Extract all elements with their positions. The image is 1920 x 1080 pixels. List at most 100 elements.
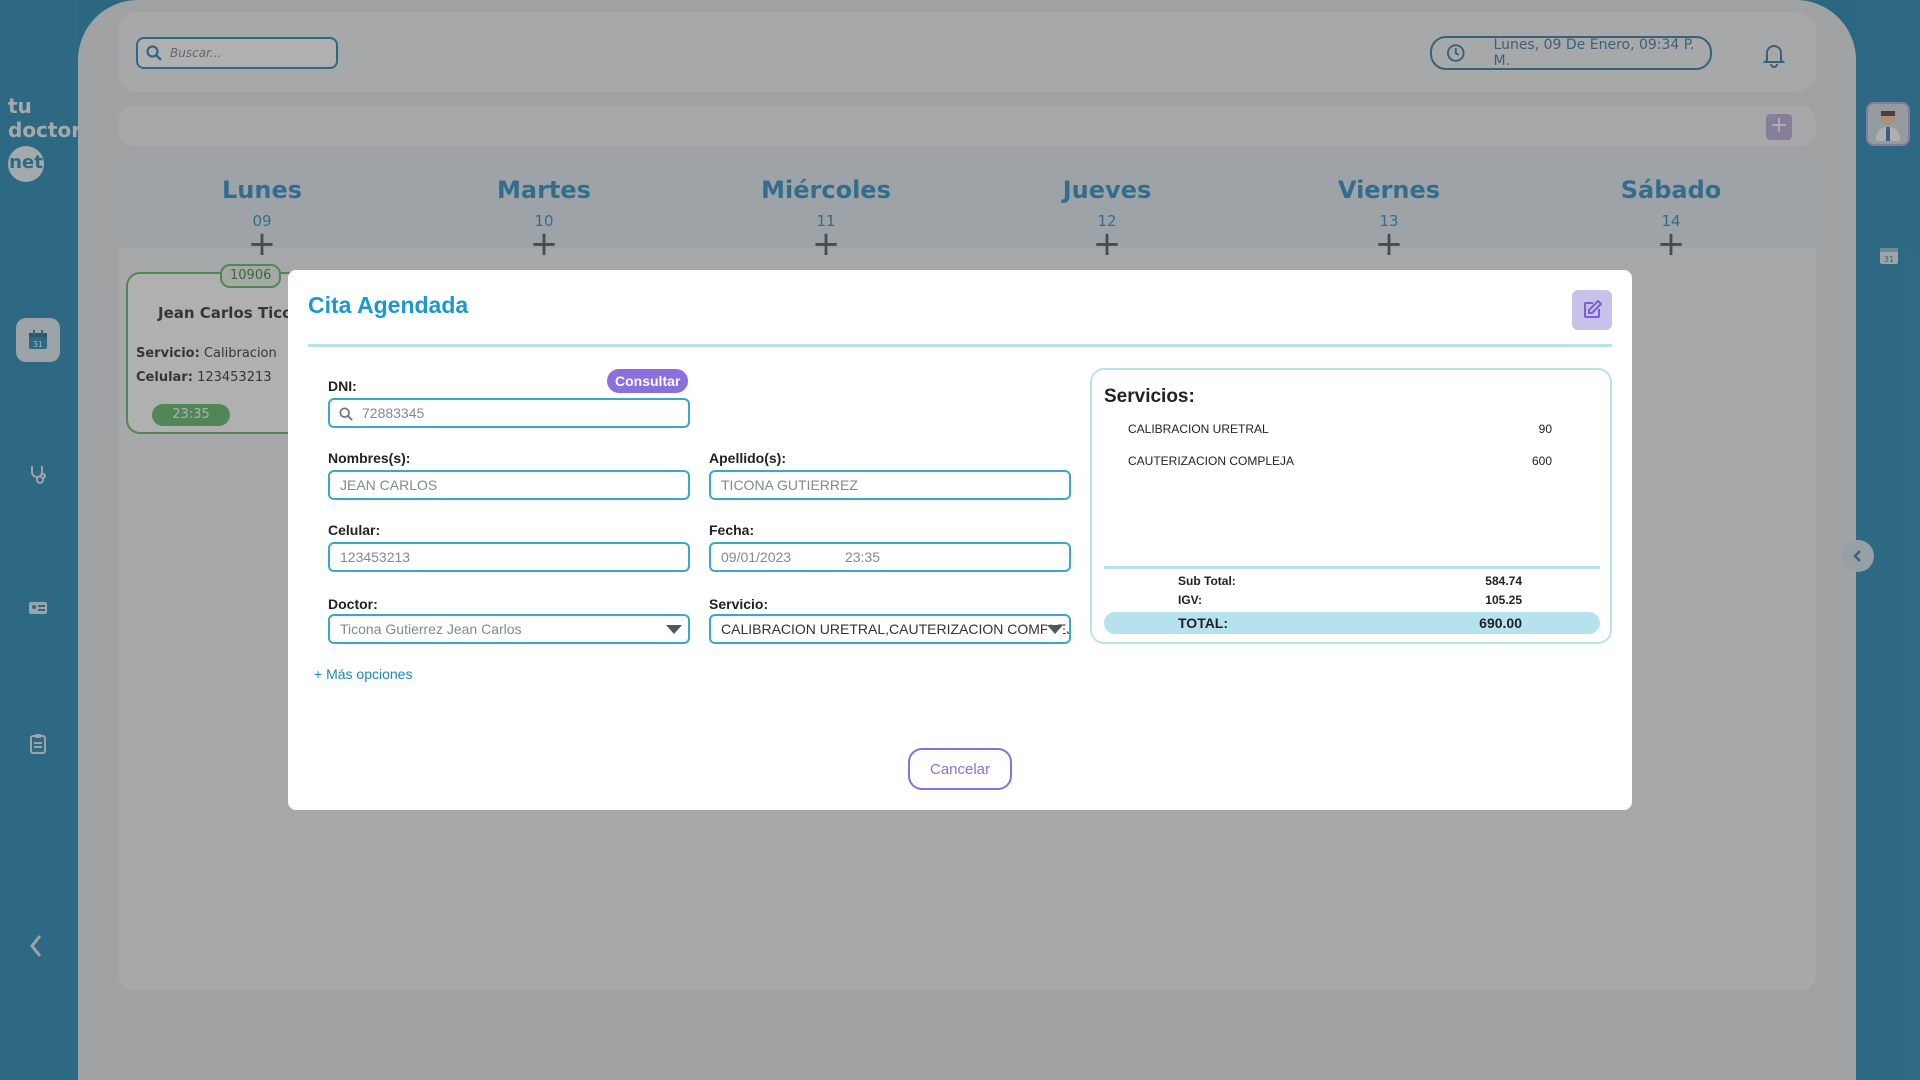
appointment-code-badge: 10906 xyxy=(220,264,282,288)
service-name: CALIBRACION URETRAL xyxy=(1128,422,1269,436)
add-day-appointment-icon[interactable]: + xyxy=(1571,227,1771,261)
edit-icon xyxy=(1584,299,1603,318)
igv-row: IGV: 105.25 xyxy=(1104,593,1600,611)
nombres-field[interactable]: JEAN CARLOS xyxy=(328,470,690,500)
consult-button[interactable]: Consultar xyxy=(607,369,689,393)
fecha-date: 09/01/2023 xyxy=(721,549,792,565)
doctor-avatar[interactable] xyxy=(1866,102,1910,146)
subtotal-row: Sub Total: 584.74 xyxy=(1104,574,1600,592)
datetime-text: Lunes, 09 De Enero, 09:34 P. M. xyxy=(1493,37,1695,69)
service-row: CALIBRACION URETRAL 90 xyxy=(1128,422,1552,436)
appointment-phone-line: Celular: 123453213 xyxy=(136,370,272,385)
more-options-link[interactable]: + Más opciones xyxy=(314,666,412,682)
subtotal-value: 584.74 xyxy=(1485,574,1522,588)
day-name: Sábado xyxy=(1620,176,1722,204)
nav-id-card-button[interactable] xyxy=(16,586,60,630)
appointment-phone-label: Celular: xyxy=(136,370,193,385)
dni-value: 72883345 xyxy=(362,405,425,421)
day-column-wednesday: Miércoles 11 + xyxy=(726,176,926,261)
doctor-label: Doctor: xyxy=(328,596,378,612)
services-divider xyxy=(1104,566,1600,569)
doctor-select[interactable]: Ticona Gutierrez Jean Carlos xyxy=(328,614,690,644)
search-icon xyxy=(146,45,162,61)
calendar-header: Lunes 09 + Martes 10 + Miércoles 11 + Ju… xyxy=(118,158,1816,261)
servicio-value: CALIBRACION URETRAL,CAUTERIZACION COMPLE… xyxy=(721,621,1071,637)
search-input[interactable]: Buscar... xyxy=(136,37,338,69)
edit-button[interactable] xyxy=(1572,290,1612,330)
day-name: Miércoles xyxy=(761,176,891,204)
modal-title: Cita Agendada xyxy=(308,292,469,318)
service-price: 600 xyxy=(1531,454,1552,468)
modal-divider xyxy=(308,344,1612,347)
appointment-service-value: Calibracion xyxy=(203,346,277,361)
day-column-thursday: Jueves 12 + xyxy=(1007,176,1207,261)
service-row: CAUTERIZACION COMPLEJA 600 xyxy=(1128,454,1552,468)
svg-text:31: 31 xyxy=(1884,255,1894,264)
day-column-tuesday: Martes 10 + xyxy=(444,176,644,261)
clock-icon xyxy=(1446,44,1465,62)
id-card-icon xyxy=(29,602,47,614)
mini-calendar-icon[interactable]: 31 xyxy=(1878,244,1900,266)
apellidos-field[interactable]: TICONA GUTIERREZ xyxy=(709,470,1071,500)
dropdown-caret-icon xyxy=(1047,625,1063,634)
services-title: Servicios: xyxy=(1104,386,1195,407)
add-day-appointment-icon[interactable]: + xyxy=(162,227,362,261)
add-day-appointment-icon[interactable]: + xyxy=(1007,227,1207,261)
day-name: Viernes xyxy=(1337,176,1441,204)
service-price: 90 xyxy=(1538,422,1552,436)
services-summary: Servicios: CALIBRACION URETRAL 90 CAUTER… xyxy=(1090,368,1612,644)
logo-tu: tu xyxy=(8,94,32,118)
appointment-modal: Cita Agendada DNI: Consultar 72883345 No… xyxy=(288,270,1632,810)
logo-net: net xyxy=(8,146,44,182)
collapse-sidebar-chevron-icon[interactable] xyxy=(26,932,46,960)
nav-calendar-button[interactable]: 31 xyxy=(16,318,60,362)
fecha-time: 23:35 xyxy=(844,549,881,565)
doctor-avatar-icon xyxy=(1876,111,1900,141)
svg-text:31: 31 xyxy=(33,340,43,349)
apellidos-label: Apellido(s): xyxy=(709,450,786,466)
day-column-friday: Viernes 13 + xyxy=(1289,176,1489,261)
dni-field[interactable]: 72883345 xyxy=(328,398,690,428)
notification-bell-icon[interactable] xyxy=(1760,40,1788,68)
dni-label: DNI: xyxy=(328,378,357,394)
day-column-monday: Lunes 09 + xyxy=(162,176,362,261)
subtotal-label: Sub Total: xyxy=(1178,574,1236,588)
day-name: Jueves xyxy=(1062,176,1152,204)
total-label: TOTAL: xyxy=(1178,615,1229,631)
add-day-appointment-icon[interactable]: + xyxy=(726,227,926,261)
day-column-saturday: Sábado 14 + xyxy=(1571,176,1771,261)
top-bar: Buscar... Lunes, 09 De Enero, 09:34 P. M… xyxy=(118,12,1816,92)
nav-clipboard-button[interactable] xyxy=(16,722,60,766)
total-value: 690.00 xyxy=(1479,615,1522,631)
appointment-time-badge: 23:35 xyxy=(152,404,230,426)
search-placeholder: Buscar... xyxy=(170,46,222,60)
dropdown-caret-icon xyxy=(666,625,682,634)
igv-value: 105.25 xyxy=(1485,593,1522,607)
chevron-left-icon xyxy=(1853,550,1861,562)
nav-stethoscope-button[interactable] xyxy=(16,452,60,496)
left-sidebar: tu doctor net 31 xyxy=(0,0,81,1080)
celular-field[interactable]: 123453213 xyxy=(328,542,690,572)
add-day-appointment-icon[interactable]: + xyxy=(444,227,644,261)
service-name: CAUTERIZACION COMPLEJA xyxy=(1128,454,1295,468)
fecha-label: Fecha: xyxy=(709,522,755,538)
fecha-field[interactable]: 09/01/2023 23:35 xyxy=(709,542,1071,572)
toolbar-strip: + xyxy=(118,106,1816,146)
igv-label: IGV: xyxy=(1178,593,1203,607)
next-week-button[interactable] xyxy=(1842,540,1874,572)
day-name: Lunes xyxy=(221,176,303,204)
app-logo[interactable]: tu doctor net xyxy=(8,94,81,182)
right-strip: 31 xyxy=(1856,0,1920,1080)
add-appointment-button[interactable]: + xyxy=(1766,114,1792,140)
clipboard-icon xyxy=(30,734,46,754)
search-icon xyxy=(339,407,353,421)
servicio-select[interactable]: CALIBRACION URETRAL,CAUTERIZACION COMPLE… xyxy=(709,614,1071,644)
cancel-button[interactable]: Cancelar xyxy=(908,748,1012,790)
celular-label: Celular: xyxy=(328,522,381,538)
stethoscope-icon xyxy=(31,466,46,484)
total-row: TOTAL: 690.00 xyxy=(1104,612,1600,634)
add-day-appointment-icon[interactable]: + xyxy=(1289,227,1489,261)
doctor-value: Ticona Gutierrez Jean Carlos xyxy=(340,621,522,637)
appointment-phone-value: 123453213 xyxy=(197,370,272,385)
servicio-label: Servicio: xyxy=(709,596,769,612)
